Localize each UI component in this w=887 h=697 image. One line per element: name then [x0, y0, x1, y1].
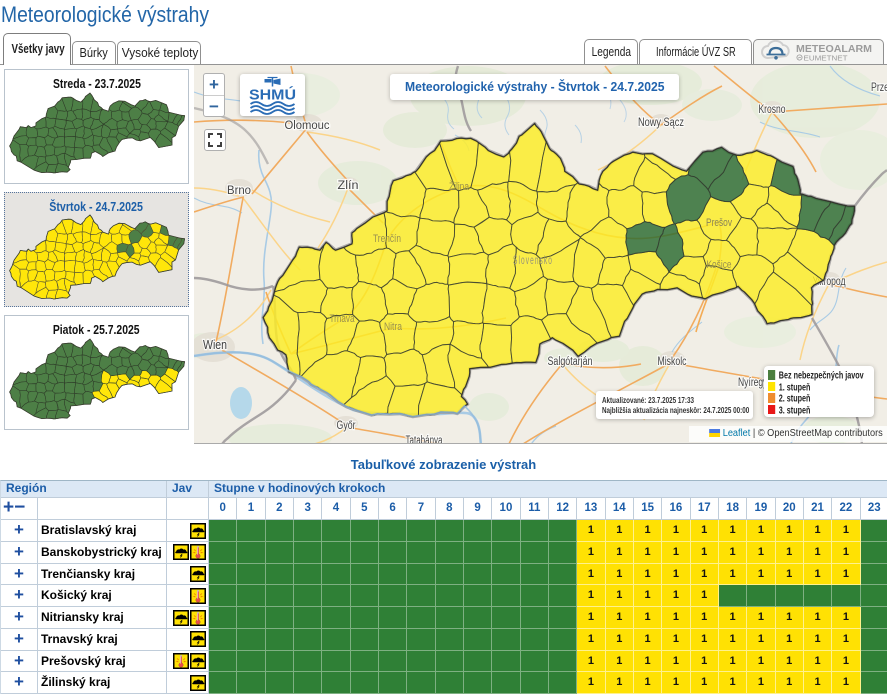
- svg-text:Brno: Brno: [227, 185, 251, 197]
- svg-text:Košice: Košice: [707, 259, 732, 271]
- svg-text:SHMÚ: SHMÚ: [249, 86, 296, 104]
- svg-text:Miskolc: Miskolc: [658, 354, 687, 368]
- svg-text:Prešov: Prešov: [706, 217, 732, 229]
- svg-text:Zlín: Zlín: [338, 180, 359, 192]
- svg-text:Žilina: Žilina: [449, 180, 470, 193]
- svg-text:Trnava: Trnava: [330, 313, 356, 325]
- svg-text:Trenčín: Trenčín: [373, 233, 401, 245]
- svg-text:EUMETNET: EUMETNET: [804, 54, 848, 63]
- svg-text:Nitra: Nitra: [384, 321, 403, 333]
- svg-text:Győr: Győr: [337, 418, 356, 432]
- svg-text:Wien: Wien: [203, 338, 227, 352]
- svg-text:Przemyśl: Przemyśl: [871, 82, 887, 94]
- svg-text:Krosno: Krosno: [759, 104, 786, 116]
- svg-text:Salgótarján: Salgótarján: [548, 356, 593, 368]
- svg-text:Slovensko: Slovensko: [513, 253, 553, 267]
- svg-text:Nowy Sącz: Nowy Sącz: [638, 117, 684, 129]
- svg-text:Tatabánya: Tatabánya: [406, 435, 443, 443]
- svg-text:Olomouc: Olomouc: [285, 120, 330, 132]
